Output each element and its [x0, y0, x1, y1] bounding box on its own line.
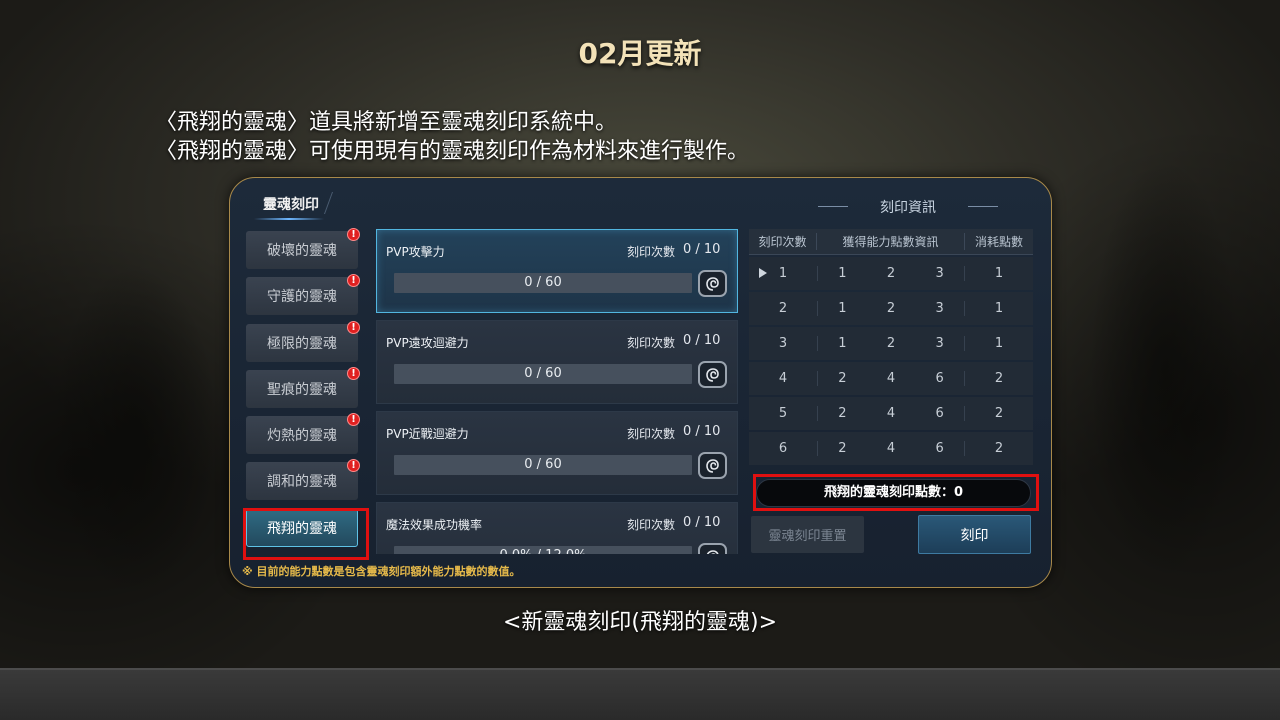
stat-card[interactable]: 魔法效果成功機率 刻印次數 0 / 10 0.0% / 12.0%: [376, 502, 738, 554]
cell-gain: 123: [817, 266, 965, 281]
spiral-icon: [706, 549, 719, 554]
highlight-box-points: [753, 474, 1039, 511]
header-gain: 獲得能力點數資訊: [817, 233, 965, 250]
engrave-count: 0 / 10: [683, 515, 721, 530]
progress-text: 0 / 60: [524, 275, 562, 290]
cell-cost: 1: [994, 266, 1004, 281]
bottom-bar: [0, 668, 1280, 720]
engrave-info-header: 刻印資訊: [818, 197, 998, 217]
table-row: 1 123 1: [749, 257, 1033, 290]
cell-cost: 2: [994, 406, 1004, 421]
footnote: ※ 目前的能力點數是包含靈魂刻印額外能力點數的數值。: [242, 565, 521, 578]
description-line-1: 〈飛翔的靈魂〉道具將新增至靈魂刻印系統中。: [155, 110, 618, 135]
current-row-arrow-icon: [759, 268, 767, 278]
alert-badge: !: [347, 274, 360, 288]
image-caption: <新靈魂刻印(飛翔的靈魂)>: [502, 610, 778, 635]
alert-badge: !: [347, 320, 360, 334]
cell-gain: 123: [817, 301, 965, 316]
soul-item-guardian[interactable]: 守護的靈魂 !: [246, 274, 360, 316]
stat-card[interactable]: PVP遠攻迴避力 刻印次數 0 / 10 0 / 60: [376, 320, 738, 404]
engrave-count-label: 刻印次數: [627, 245, 676, 259]
stat-name: PVP近戰迴避力: [386, 427, 469, 441]
cell-count: 2: [778, 301, 788, 316]
progress-bar: 0.0% / 12.0%: [394, 546, 692, 554]
cell-count: 3: [778, 336, 788, 351]
stat-name: 魔法效果成功機率: [386, 518, 483, 532]
engrave-info-table: 刻印次數 獲得能力點數資訊 消耗點數 1 123 1 2 123 1 3 123…: [749, 229, 1033, 465]
engrave-icon-button[interactable]: [698, 543, 727, 554]
tab-divider: [323, 192, 334, 214]
highlight-box-soul: [243, 508, 369, 560]
alert-badge: !: [347, 459, 360, 473]
active-tab-indicator: [254, 218, 324, 220]
soul-item-scorching[interactable]: 灼熱的靈魂 !: [246, 413, 360, 455]
cell-count: 5: [778, 406, 788, 421]
engrave-count-label: 刻印次數: [627, 427, 676, 441]
alert-badge: !: [347, 413, 360, 427]
spiral-icon: [705, 276, 719, 291]
soul-item-label: 聖痕的靈魂: [267, 381, 337, 398]
stat-card[interactable]: PVP攻擊力 刻印次數 0 / 10 0 / 60: [376, 229, 738, 313]
reset-engrave-button[interactable]: 靈魂刻印重置: [751, 516, 864, 553]
progress-bar: 0 / 60: [394, 455, 692, 475]
cell-cost: 1: [994, 301, 1004, 316]
engrave-count: 0 / 10: [683, 424, 721, 439]
soul-item-destruction[interactable]: 破壞的靈魂 !: [246, 228, 360, 269]
stat-list: PVP攻擊力 刻印次數 0 / 10 0 / 60 PVP遠攻迴避力 刻印次數 …: [376, 229, 740, 554]
table-row: 6 246 2: [749, 432, 1033, 465]
cell-gain: 246: [817, 371, 965, 386]
cell-gain: 246: [817, 406, 965, 421]
description-line-2: 〈飛翔的靈魂〉可使用現有的靈魂刻印作為材料來進行製作。: [155, 139, 750, 164]
soul-engrave-window: 靈魂刻印 刻印資訊 破壞的靈魂 ! 守護的靈魂 ! 極限的靈魂 ! 聖痕的靈魂 …: [229, 177, 1052, 588]
table-row: 2 123 1: [749, 292, 1033, 325]
spiral-icon: [705, 458, 719, 473]
engrave-count-label: 刻印次數: [627, 518, 676, 532]
slide-description: 〈飛翔的靈魂〉道具將新增至靈魂刻印系統中。 〈飛翔的靈魂〉可使用現有的靈魂刻印作…: [155, 108, 749, 166]
soul-item-label: 破壞的靈魂: [267, 243, 337, 259]
soul-item-harmony[interactable]: 調和的靈魂 !: [246, 459, 360, 501]
stat-name: PVP遠攻迴避力: [386, 336, 469, 350]
background-figure-left: [20, 190, 250, 630]
cell-count: 4: [778, 371, 788, 386]
spiral-icon: [705, 367, 719, 382]
cell-gain: 123: [817, 336, 965, 351]
soul-list: 破壞的靈魂 ! 守護的靈魂 ! 極限的靈魂 ! 聖痕的靈魂 ! 灼熱的靈魂 ! …: [246, 228, 362, 555]
engrave-icon-button[interactable]: [698, 270, 727, 297]
cell-count: 6: [778, 441, 788, 456]
progress-text: 0 / 60: [524, 457, 562, 472]
stat-card[interactable]: PVP近戰迴避力 刻印次數 0 / 10 0 / 60: [376, 411, 738, 495]
header-count: 刻印次數: [749, 233, 817, 250]
alert-badge: !: [347, 366, 360, 380]
engrave-icon-button[interactable]: [698, 452, 727, 479]
table-row: 4 246 2: [749, 362, 1033, 395]
engrave-count: 0 / 10: [683, 333, 721, 348]
alert-badge: !: [347, 228, 360, 241]
cell-gain: 246: [817, 441, 965, 456]
engrave-icon-button[interactable]: [698, 361, 727, 388]
progress-text: 0.0% / 12.0%: [394, 546, 692, 554]
engrave-button[interactable]: 刻印: [918, 515, 1031, 554]
soul-item-label: 極限的靈魂: [267, 335, 337, 352]
cell-cost: 2: [994, 441, 1004, 456]
table-row: 5 246 2: [749, 397, 1033, 430]
soul-item-stigma[interactable]: 聖痕的靈魂 !: [246, 366, 360, 408]
cell-cost: 1: [994, 336, 1004, 351]
engrave-count-label: 刻印次數: [627, 336, 676, 350]
table-row: 3 123 1: [749, 327, 1033, 360]
header-cost: 消耗點數: [974, 235, 1023, 249]
soul-item-label: 灼熱的靈魂: [267, 428, 337, 445]
progress-text: 0 / 60: [524, 366, 562, 381]
soul-item-label: 調和的靈魂: [267, 474, 337, 491]
slide-title: 02月更新: [578, 37, 702, 70]
progress-bar: 0 / 60: [394, 364, 692, 384]
table-header: 刻印次數 獲得能力點數資訊 消耗點數: [749, 229, 1033, 255]
tab-soul-engrave[interactable]: 靈魂刻印: [263, 194, 319, 214]
cell-cost: 2: [994, 371, 1004, 386]
stat-name: PVP攻擊力: [386, 245, 445, 259]
progress-bar: 0 / 60: [394, 273, 692, 293]
background-figure-right: [1060, 40, 1270, 640]
soul-item-label: 守護的靈魂: [267, 289, 337, 306]
engrave-count: 0 / 10: [683, 242, 721, 257]
soul-item-extreme[interactable]: 極限的靈魂 !: [246, 320, 360, 362]
